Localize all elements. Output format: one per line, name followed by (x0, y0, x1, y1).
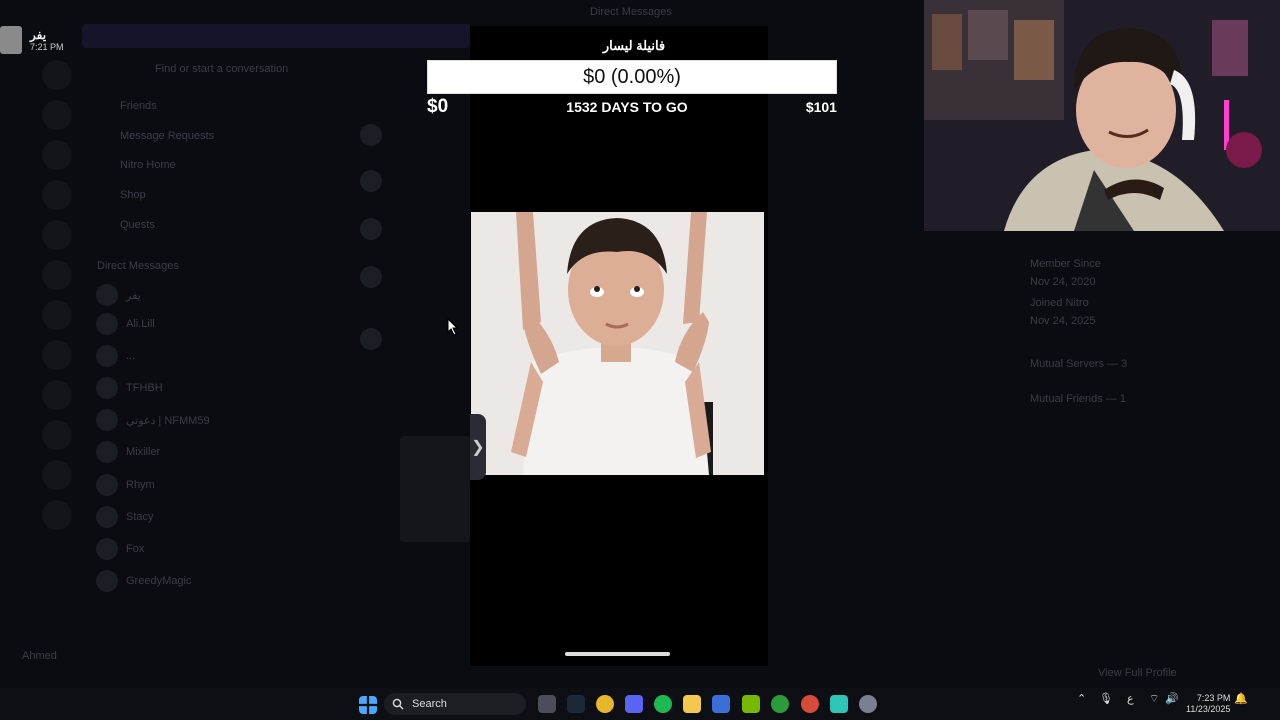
server-rail (40, 60, 74, 540)
child-photo (471, 212, 764, 475)
dm-item[interactable]: Fox (96, 538, 144, 560)
user-name: يفر (30, 28, 47, 42)
goal-days-left: 1532 DAYS TO GO (566, 99, 688, 115)
dm-item[interactable]: GreedyMagic (96, 570, 191, 592)
chrome-icon[interactable] (801, 695, 819, 713)
nvidia-icon[interactable] (742, 695, 760, 713)
nav-shop[interactable]: Shop (120, 189, 146, 201)
microphone-icon[interactable]: 🎙 (1099, 692, 1113, 705)
notification-icon[interactable]: 🔔 (1234, 692, 1248, 705)
member-since-label: Member Since (1030, 258, 1101, 270)
taskbar-search[interactable]: Search (384, 693, 526, 715)
member-since-value: Nov 24, 2020 (1030, 276, 1096, 288)
settings-icon[interactable] (859, 695, 877, 713)
system-clock[interactable]: 7:23 PM 11/23/2025 (1186, 693, 1230, 715)
goal-progress-bar: $0 (0.00%) (427, 60, 837, 94)
mutual-friends[interactable]: Mutual Friends — 1 (1030, 393, 1126, 405)
dm-item[interactable]: Ali.Lill (96, 313, 155, 335)
search-input[interactable]: Find or start a conversation (155, 63, 288, 75)
dm-item[interactable]: TFHBH (96, 377, 163, 399)
bottom-user-name: Ahmed (22, 650, 57, 662)
search-label: Search (412, 698, 447, 710)
clock-time: 7:23 PM (1196, 693, 1231, 703)
wifi-icon[interactable]: ⌔ (1149, 692, 1159, 706)
dm-item[interactable]: Mixiller (96, 441, 160, 463)
view-full-profile[interactable]: View Full Profile (1098, 667, 1177, 679)
nav-nitro-home[interactable]: Nitro Home (120, 159, 176, 171)
camera-icon[interactable] (538, 695, 556, 713)
mouse-cursor-icon (447, 318, 459, 336)
goal-progress-text: $0 (0.00%) (583, 65, 681, 88)
search-icon (392, 698, 404, 710)
chevron-right-icon[interactable]: ❯ (470, 414, 486, 480)
goal-title: فانيلة ليسار (602, 38, 666, 53)
dm-item[interactable]: Stacy (96, 506, 154, 528)
chrome-icon[interactable] (596, 695, 614, 713)
joined-label: Joined Nitro (1030, 297, 1089, 309)
language-indicator[interactable]: ع (1127, 692, 1134, 705)
nav-quests[interactable]: Quests (120, 219, 155, 231)
nav-friends[interactable]: Friends (120, 100, 157, 112)
app-icon[interactable] (830, 695, 848, 713)
goal-max: $101 (805, 99, 837, 115)
avatar (0, 26, 22, 54)
xbox-icon[interactable] (771, 695, 789, 713)
nav-message-requests[interactable]: Message Requests (120, 130, 214, 142)
user-time: 7:21 PM (30, 42, 64, 52)
file-explorer-icon[interactable] (683, 695, 701, 713)
photo-illustration (471, 212, 764, 475)
store-icon[interactable] (712, 695, 730, 713)
dm-item[interactable]: Rhym (96, 474, 155, 496)
dm-item[interactable]: يفر (96, 284, 141, 306)
webcam-illustration (924, 0, 1280, 231)
windows-start-icon[interactable] (359, 696, 377, 714)
dm-item[interactable]: دعوتي | NFMM59 (96, 409, 210, 431)
stream-user: يفر 7:21 PM (0, 26, 64, 54)
dm-header: Direct Messages (590, 6, 672, 18)
joined-value: Nov 24, 2025 (1030, 315, 1096, 327)
dm-list-header: Direct Messages (97, 260, 179, 272)
webcam-feed (924, 0, 1280, 231)
mutual-servers[interactable]: Mutual Servers — 3 (1030, 358, 1127, 370)
goal-info-row: $0 1532 DAYS TO GO $101 (427, 96, 837, 118)
volume-icon[interactable]: 🔊 (1165, 692, 1179, 705)
top-banner (82, 24, 470, 48)
steam-icon[interactable] (567, 695, 585, 713)
chevron-up-icon[interactable]: ⌃ (1077, 692, 1086, 705)
chat-image (400, 436, 470, 542)
clock-date: 11/23/2025 (1186, 704, 1231, 714)
dm-item[interactable]: ... (96, 345, 135, 367)
spotify-icon[interactable] (654, 695, 672, 713)
home-indicator (565, 652, 670, 656)
discord-icon[interactable] (625, 695, 643, 713)
goal-min: $0 (427, 96, 449, 117)
